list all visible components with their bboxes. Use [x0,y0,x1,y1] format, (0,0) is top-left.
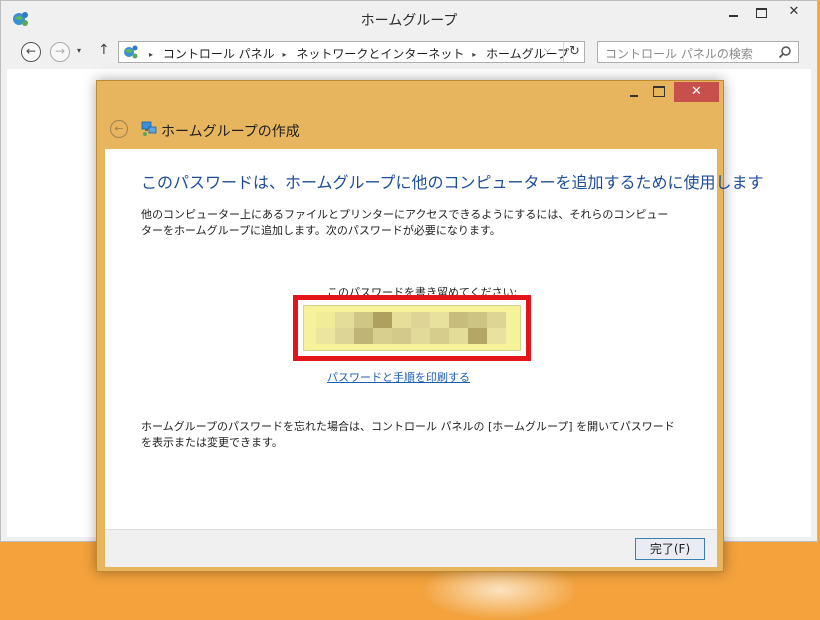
breadcrumb-item-control-panel[interactable]: コントロール パネル [163,47,275,61]
dialog-description: 他のコンピューター上にあるファイルとプリンターにアクセスできるようにするには、そ… [141,208,669,237]
back-button[interactable]: ← [21,42,41,62]
close-button[interactable]: ✕ [775,1,813,23]
minimize-icon [728,14,738,17]
dialog-footer: 完了(F) [105,529,717,567]
mosaic-column [335,312,354,344]
mosaic-column [392,312,411,344]
maximize-icon [755,7,767,18]
search-placeholder: コントロール パネルの検索 [605,47,753,61]
search-icon [778,46,791,59]
close-icon: ✕ [691,84,702,99]
breadcrumb-item-network[interactable]: ネットワークとインターネット [296,47,464,61]
mosaic-column [468,312,487,344]
chevron-down-icon: ▾ [77,46,82,55]
mosaic-column [373,312,392,344]
pixelated-password [316,312,506,344]
chevron-right-icon[interactable]: ▸ [472,50,476,59]
address-dropdown-button[interactable]: ⌵ [544,45,551,55]
mosaic-column [354,312,373,344]
control-panel-icon [124,45,138,59]
dialog-content: このパスワードは、ホームグループに他のコンピューターを追加するために使用します … [105,149,764,529]
refresh-button[interactable]: ↻ [563,42,585,62]
breadcrumb-item-homegroup[interactable]: ホームグループ [486,47,569,61]
mosaic-column [316,312,335,344]
forgot-password-note: ホームグループのパスワードを忘れた場合は、コントロール パネルの [ホームグルー… [141,420,675,449]
chevron-right-icon: ▸ [149,50,154,59]
breadcrumb: ▸ コントロール パネル ▸ ネットワークとインターネット ▸ ホームグループ [145,45,569,62]
chevron-right-icon[interactable]: ▸ [283,50,287,59]
create-homegroup-dialog: ✕ ← ホームグループの作成 このパスワードは、ホームグループに他のコンピュータ… [96,80,764,572]
minimize-button[interactable] [719,1,747,23]
homegroup-icon [141,121,157,136]
recent-locations-button[interactable]: ▾ [77,46,81,55]
forward-button[interactable]: → [50,42,70,62]
mosaic-column [411,312,430,344]
minimize-icon [630,95,638,97]
arrow-left-icon: ← [114,122,124,135]
mosaic-column [487,312,506,344]
chevron-down-icon: ⌵ [544,45,551,55]
up-button[interactable]: ↑ [98,42,110,58]
window-titlebar: ホームグループ ✕ [1,1,817,37]
close-icon: ✕ [788,4,800,19]
mosaic-column [430,312,449,344]
address-bar[interactable]: ▸ コントロール パネル ▸ ネットワークとインターネット ▸ ホームグループ … [118,41,585,63]
print-password-link[interactable]: パスワードと手順を印刷する [327,369,470,385]
maximize-button[interactable] [747,1,775,23]
window-title: ホームグループ [360,13,458,29]
arrow-left-icon: ← [25,44,37,58]
refresh-icon: ↻ [569,44,580,59]
dialog-title: ホームグループの作成 [161,124,300,140]
search-input[interactable]: コントロール パネルの検索 [597,41,799,63]
finish-button[interactable]: 完了(F) [635,538,705,560]
mosaic-column [449,312,468,344]
dialog-heading: このパスワードは、ホームグループに他のコンピューターを追加するために使用します [141,173,764,192]
dialog-maximize-button[interactable] [653,86,665,97]
arrow-right-icon: → [54,44,66,58]
dialog-minimize-button[interactable] [627,85,641,99]
arrow-up-icon: ↑ [98,42,110,58]
dialog-close-button[interactable]: ✕ [674,82,719,102]
dialog-back-button[interactable]: ← [110,120,128,138]
password-display [303,305,521,351]
